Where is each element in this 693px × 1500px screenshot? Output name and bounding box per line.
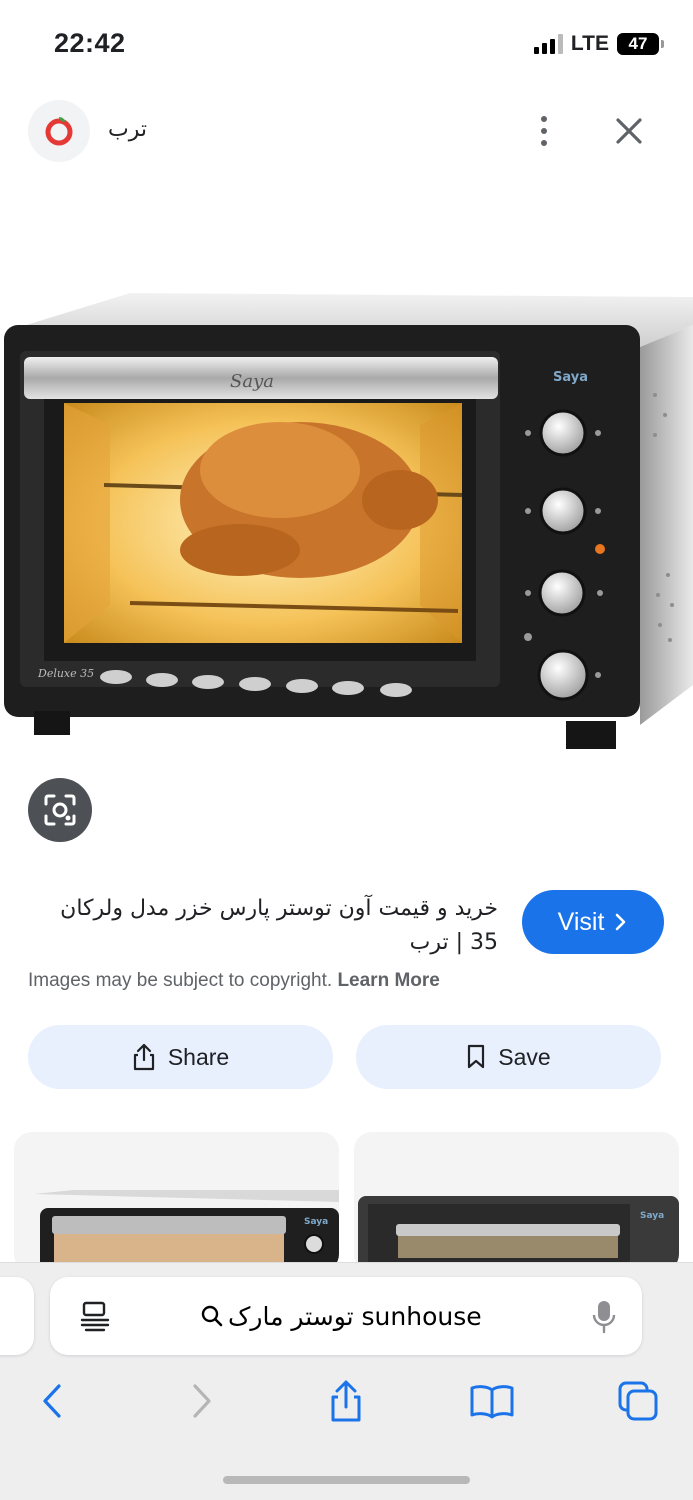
oven-handle-logo: Saya	[230, 371, 274, 392]
address-bar[interactable]: توستر مارک sunhouse	[50, 1277, 642, 1355]
product-image[interactable]: Saya Deluxe 35 Saya	[0, 285, 693, 755]
tabs-button[interactable]	[614, 1377, 662, 1425]
share-icon	[331, 1380, 361, 1422]
search-icon	[201, 1305, 223, 1327]
more-vertical-icon	[541, 116, 547, 122]
bookmark-icon	[468, 1044, 485, 1069]
related-image-2[interactable]: Saya	[354, 1132, 679, 1272]
reader-icon[interactable]	[78, 1299, 112, 1333]
site-name[interactable]: ترب	[108, 116, 147, 142]
status-indicators: LTE 47	[533, 32, 664, 56]
related-image-1[interactable]: Saya	[14, 1132, 339, 1272]
search-query-text: توستر مارک sunhouse	[228, 1301, 482, 1331]
mic-icon[interactable]	[590, 1299, 618, 1335]
save-label: Save	[498, 1043, 551, 1070]
forward-button[interactable]	[178, 1377, 226, 1425]
back-button[interactable]	[28, 1377, 76, 1425]
visit-label: Visit	[557, 907, 605, 936]
learn-more-link[interactable]: Learn More	[337, 970, 439, 991]
status-time: 22:42	[54, 28, 126, 58]
share-icon	[133, 1043, 154, 1071]
close-icon	[616, 118, 642, 144]
share-page-button[interactable]	[322, 1377, 370, 1425]
close-button[interactable]	[608, 110, 650, 152]
lens-search-button[interactable]	[28, 778, 92, 842]
bookmarks-button[interactable]	[468, 1377, 516, 1425]
chevron-right-icon	[193, 1384, 211, 1418]
more-options-button[interactable]	[528, 110, 560, 152]
save-button[interactable]: Save	[356, 1025, 661, 1089]
battery-icon: 47	[617, 33, 664, 55]
visit-button[interactable]: Visit	[522, 890, 664, 954]
copyright-notice: Images may be subject to copyright. Lear…	[28, 970, 440, 992]
home-indicator[interactable]	[223, 1476, 470, 1484]
signal-icon	[533, 34, 563, 54]
lens-icon	[44, 794, 76, 826]
share-button[interactable]: Share	[28, 1025, 333, 1089]
thumb-brand-label: Saya	[640, 1211, 664, 1221]
previous-tab-preview[interactable]	[0, 1277, 34, 1355]
browser-toolbar: توستر مارک sunhouse	[0, 1262, 693, 1500]
oven-model-label: Deluxe 35	[37, 667, 94, 680]
thumb-brand-label: Saya	[304, 1217, 328, 1227]
search-query[interactable]: توستر مارک sunhouse	[200, 1297, 580, 1335]
share-label: Share	[167, 1043, 230, 1070]
chevron-left-icon	[43, 1384, 61, 1418]
tabs-icon	[618, 1381, 658, 1421]
network-label: LTE	[570, 32, 609, 55]
status-bar: 22:42 LTE 47	[0, 0, 693, 90]
copyright-text: Images may be subject to copyright.	[28, 970, 333, 991]
oven-brand-label: Saya	[553, 370, 588, 385]
chevron-right-icon	[616, 913, 626, 931]
book-icon	[470, 1385, 514, 1419]
torob-logo-icon[interactable]	[28, 100, 90, 162]
source-header: ترب	[0, 96, 693, 166]
result-title[interactable]: خرید و قیمت آون توستر پارس خزر مدل ولرکا…	[28, 892, 498, 960]
